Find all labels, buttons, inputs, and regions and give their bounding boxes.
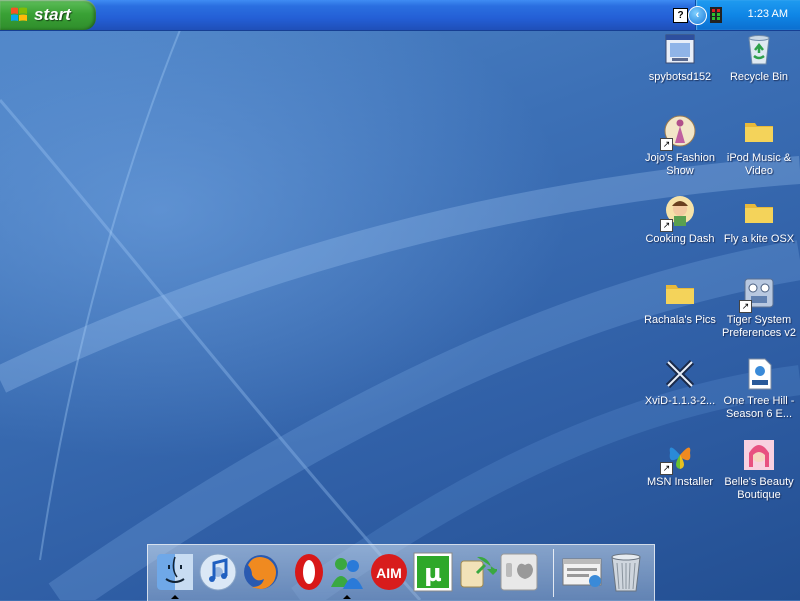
desktop-icon-label: One Tree Hill - Season 6 E... [723,395,795,420]
system-preferences-icon: ↗ [739,275,777,313]
folder-icon [741,113,777,149]
desktop-icon-label: MSN Installer [646,476,714,488]
desktop-icon-label: Recycle Bin [729,71,789,83]
help-icon[interactable]: ? [673,8,688,23]
desktop-icon-label: spybotsd152 [648,71,712,83]
system-tray: ‹ 1:23 AM [688,0,800,30]
folder-icon [741,194,777,230]
beauty-game-icon [741,437,777,473]
network-window-icon [562,558,602,587]
desktop-icon-spybot[interactable]: spybotsd152 [640,32,720,84]
desktop-icon-label: Belle's Beauty Boutique [724,476,794,501]
dock-item-messenger[interactable] [326,551,368,599]
desktop-icon-label: Rachala's Pics [644,314,716,326]
start-label: start [34,5,71,24]
shortcut-arrow-icon: ↗ [660,462,673,475]
xvid-icon [662,356,698,392]
shortcut-arrow-icon: ↗ [660,219,673,232]
trash-can-icon [611,553,641,592]
installer-window-icon [662,32,698,68]
sync-icon [460,556,499,588]
desktop-icon-xvid[interactable]: XviD-1.1.3-2... [640,356,720,408]
dock-item-itunes[interactable] [197,551,239,593]
desktop-icon-cooking-dash[interactable]: ↗ Cooking Dash [640,194,720,246]
dock-item-network-window[interactable] [561,551,603,593]
mpeg4-file-icon [741,356,777,392]
desktop-icon-label: Tiger System Preferences v2 [722,314,796,339]
dock-item-firefox[interactable] [240,551,282,593]
apple-switch-icon [500,553,538,591]
dock-item-utorrent[interactable]: µ [412,551,454,593]
aim-icon: AIM [371,554,407,590]
utorrent-text: µ [424,559,442,587]
dock-item-trash[interactable] [605,551,647,593]
desktop-icon-msn-installer[interactable]: ↗ MSN Installer [640,437,720,489]
volume-meter-icon[interactable] [710,7,722,23]
taskbar: start ? ‹ 1:23 AM [0,0,800,31]
running-indicator [171,595,179,599]
tray-expand-button[interactable]: ‹ [688,6,707,25]
opera-icon [295,554,323,590]
firefox-icon [244,555,278,589]
dock-item-finder[interactable] [154,551,196,599]
cooking-game-icon: ↗ [660,194,698,232]
fashion-game-icon: ↗ [660,113,698,151]
shortcut-arrow-icon: ↗ [660,138,673,151]
aim-text: AIM [376,565,402,581]
dock-item-aim[interactable]: AIM [368,551,410,593]
desktop-icon-jojos-fashion-show[interactable]: ↗ Jojo's Fashion Show [640,113,720,178]
msn-butterfly-icon: ↗ [660,437,698,475]
dock: AIM µ [147,544,655,601]
dock-item-opera[interactable] [288,551,330,593]
desktop-icon-belles-beauty-boutique[interactable]: Belle's Beauty Boutique [719,437,799,502]
desktop-icon-rachalas-pics[interactable]: Rachala's Pics [640,275,720,327]
folder-icon [662,275,698,311]
desktop-icon-tiger-system-preferences[interactable]: ↗ Tiger System Preferences v2 [719,275,799,340]
windows-logo-icon [10,6,28,24]
desktop-icon-label: Jojo's Fashion Show [645,152,715,177]
dock-item-sync[interactable] [455,551,499,593]
dock-item-apple-system[interactable] [498,551,540,593]
desktop-icon-recycle-bin[interactable]: Recycle Bin [719,32,799,84]
desktop-icon-ipod-music-video[interactable]: iPod Music & Video [719,113,799,178]
desktop-icon-one-tree-hill[interactable]: One Tree Hill - Season 6 E... [719,356,799,421]
running-indicator [343,595,351,599]
clock[interactable]: 1:23 AM [748,8,788,20]
start-button[interactable]: start [0,0,96,30]
itunes-icon [199,553,237,591]
desktop-icon-label: Fly a kite OSX [723,233,795,245]
utorrent-icon: µ [413,552,453,592]
shortcut-arrow-icon: ↗ [739,300,752,313]
finder-icon [157,554,193,590]
desktop-icon-label: XviD-1.1.3-2... [644,395,716,407]
messenger-buddies-icon [331,558,363,589]
recycle-bin-icon [741,32,777,68]
desktop-icon-fly-a-kite[interactable]: Fly a kite OSX [719,194,799,246]
desktop-icon-label: iPod Music & Video [726,152,792,177]
desktop-icon-label: Cooking Dash [645,233,715,245]
dock-separator [553,549,554,597]
